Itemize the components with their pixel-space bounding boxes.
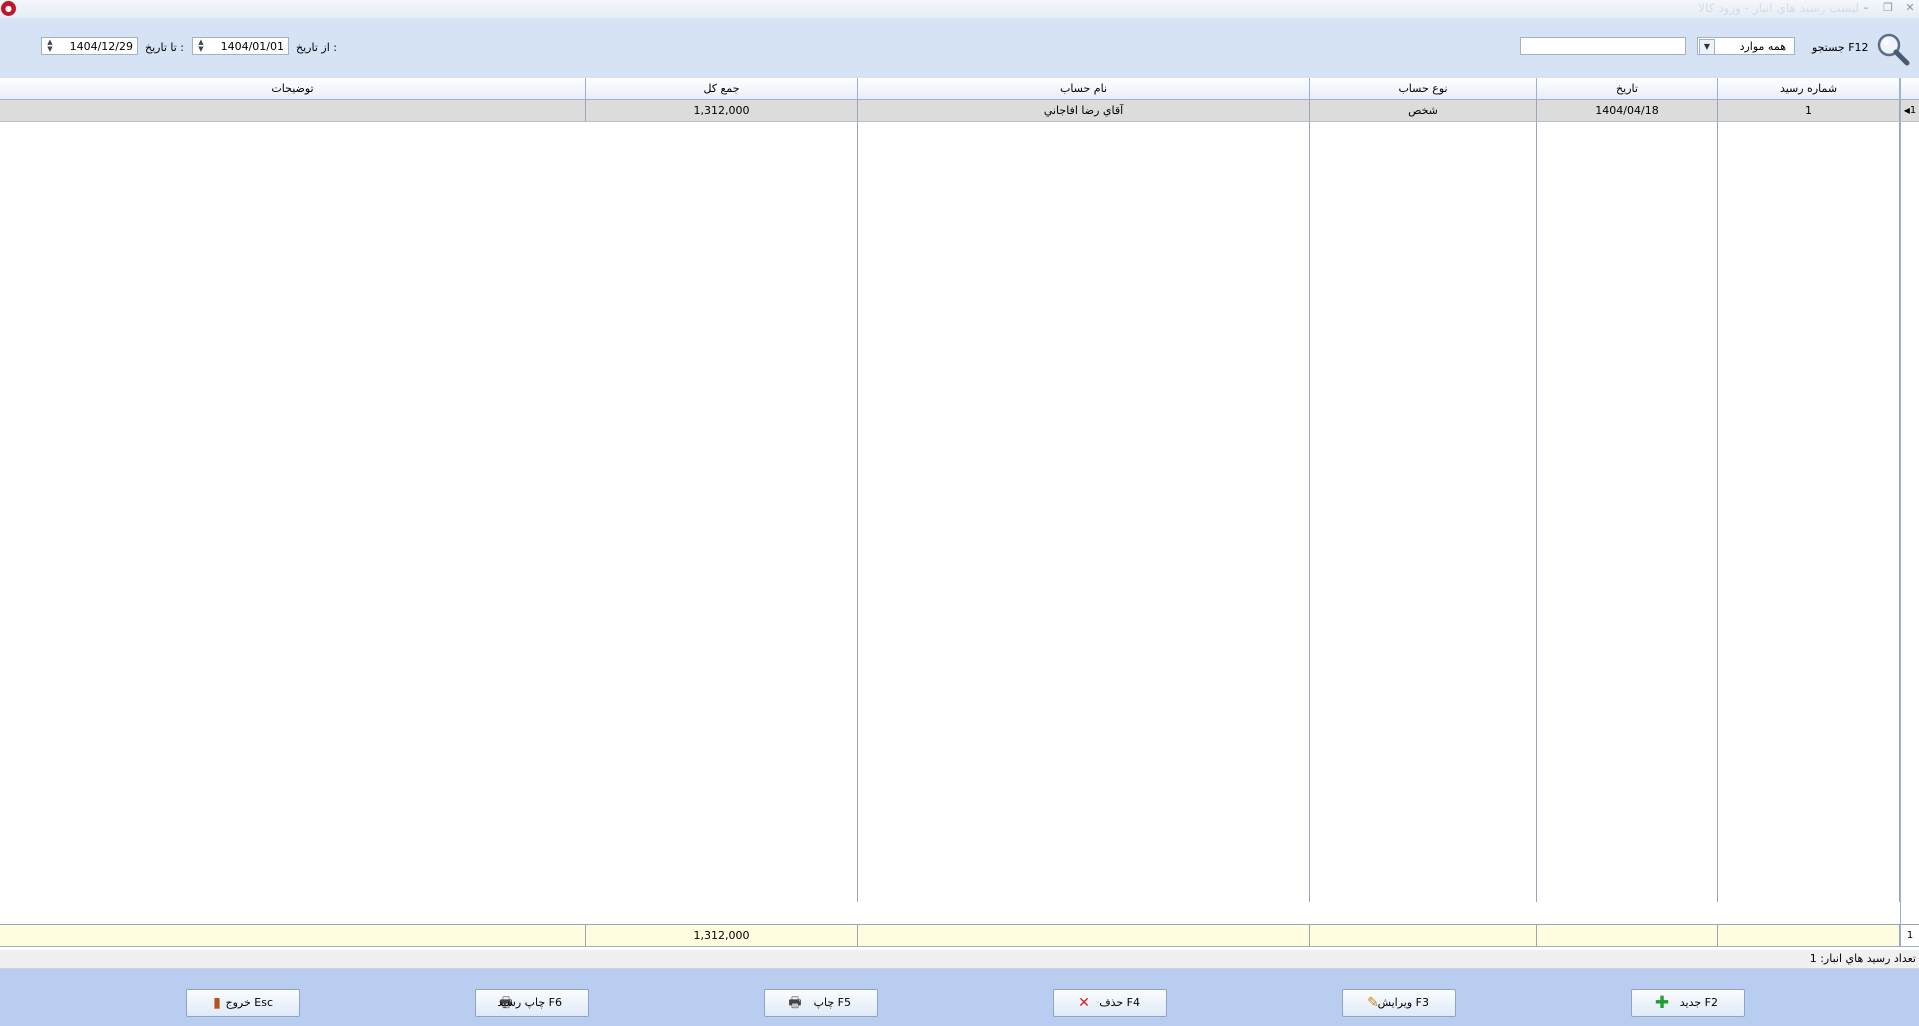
delete-button[interactable]: ✕ حذف F4 <box>1053 989 1167 1017</box>
edit-button[interactable]: ✎ ويرايش F3 <box>1342 989 1456 1017</box>
close-icon[interactable]: ✕ <box>1902 0 1918 16</box>
from-date-spinner-icon[interactable]: ▲ ▼ <box>195 39 207 53</box>
chevron-down-icon[interactable]: ▼ <box>1699 39 1715 55</box>
footer-total: 1,312,000 <box>586 924 858 946</box>
table-cell-date[interactable]: 1404/04/18 <box>1537 100 1718 122</box>
exit-button-label: خروج Esc <box>225 996 273 1009</box>
footer-cell <box>858 924 1310 946</box>
column-header-account-type[interactable]: نوع حساب <box>1310 78 1537 100</box>
app-logo-icon[interactable]: ● <box>1 1 16 16</box>
to-date-label: تا تاريخ : <box>145 41 184 54</box>
header-corner <box>1900 78 1919 100</box>
from-date-label: از تاريخ : <box>296 41 337 54</box>
search-icon[interactable] <box>1875 31 1911 67</box>
filter-selected-value: همه موارد <box>1739 40 1786 53</box>
to-date-value: 1404/12/29 <box>69 40 133 53</box>
delete-button-label: حذف F4 <box>1099 996 1140 1009</box>
status-bar: تعداد رسيد هاي انبار: 1 <box>0 950 1919 969</box>
to-date-spinner-icon[interactable]: ▲ ▼ <box>44 39 56 53</box>
empty-column-area <box>586 122 858 902</box>
search-input[interactable] <box>1520 37 1686 55</box>
receipt-count-status: تعداد رسيد هاي انبار: 1 <box>1809 952 1916 965</box>
printer-icon: 🖶 <box>788 995 802 1011</box>
table-cell-account-type[interactable]: شخص <box>1310 100 1537 122</box>
empty-column-area <box>1718 122 1900 902</box>
footer-cell <box>0 924 586 946</box>
restore-icon[interactable]: ❐ <box>1880 0 1896 16</box>
new-button-label: جديد F2 <box>1679 996 1718 1009</box>
window-title: ليست رسيد هاي انبار - ورود كالا <box>1698 1 1859 15</box>
table-cell-account-name[interactable]: آقاي رضا افاجاني <box>858 100 1310 122</box>
column-header-receipt-number[interactable]: شماره رسيد <box>1718 78 1900 100</box>
from-date-field[interactable]: 1404/01/01 ▲ ▼ <box>192 37 289 55</box>
delete-x-icon: ✕ <box>1078 995 1090 1011</box>
new-button[interactable]: ✚ جديد F2 <box>1631 989 1745 1017</box>
column-header-date[interactable]: تاريخ <box>1537 78 1718 100</box>
from-date-value: 1404/01/01 <box>220 40 284 53</box>
footer-row-count: 1 <box>1900 924 1919 946</box>
row-indicator[interactable]: ◀1 <box>1900 100 1919 122</box>
row-index: 1 <box>1909 105 1917 116</box>
exit-door-icon: ▮ <box>213 995 221 1011</box>
column-header-total[interactable]: جمع كل <box>586 78 858 100</box>
print-button[interactable]: 🖶 چاپ F5 <box>764 989 878 1017</box>
footer-cell <box>1718 924 1900 946</box>
filter-dropdown[interactable]: همه موارد ▼ <box>1697 37 1795 55</box>
print-receipt-button[interactable]: 🖶 چاپ رسيد F6 <box>475 989 589 1017</box>
column-header-description[interactable]: توضيحات <box>0 78 586 100</box>
filter-toolbar: جستجو F12 همه موارد ▼ از تاريخ : 1404/01… <box>0 18 1919 79</box>
title-bar: ● ليست رسيد هاي انبار - ورود كالا – ❐ ✕ <box>0 0 1919 19</box>
action-button-bar: ✚ جديد F2 ✎ ويرايش F3 ✕ حذف F4 🖶 چاپ F5 … <box>0 969 1919 1026</box>
receipts-table: شماره رسيد تاريخ نوع حساب نام حساب جمع ك… <box>0 78 1919 947</box>
table-cell-receipt-number[interactable]: 1 <box>1718 100 1900 122</box>
empty-column-area <box>1537 122 1718 902</box>
minimize-icon[interactable]: – <box>1858 0 1874 16</box>
print-receipt-button-label: چاپ رسيد F6 <box>497 996 562 1009</box>
table-cell-total[interactable]: 1,312,000 <box>586 100 858 122</box>
footer-cell <box>1310 924 1537 946</box>
table-cell-description[interactable] <box>0 100 586 122</box>
to-date-field[interactable]: 1404/12/29 ▲ ▼ <box>41 37 138 55</box>
plus-icon: ✚ <box>1654 993 1670 1013</box>
empty-column-area <box>858 122 1310 902</box>
search-label: جستجو F12 <box>1812 41 1869 54</box>
exit-button[interactable]: ▮ خروج Esc <box>186 989 300 1017</box>
row-indicator-column <box>1900 122 1919 924</box>
empty-column-area <box>1310 122 1537 902</box>
print-button-label: چاپ F5 <box>813 996 851 1009</box>
edit-button-label: ويرايش F3 <box>1377 996 1429 1009</box>
column-header-account-name[interactable]: نام حساب <box>858 78 1310 100</box>
footer-cell <box>1537 924 1718 946</box>
